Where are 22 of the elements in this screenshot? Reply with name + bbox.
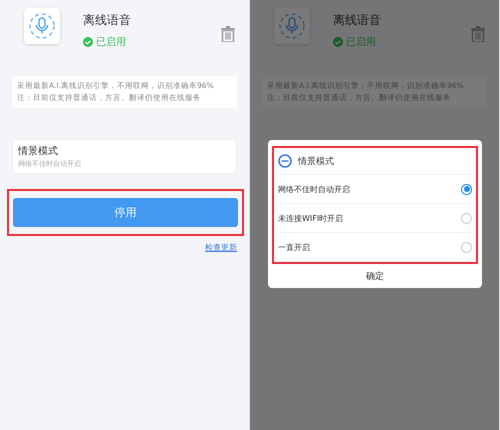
radio-button[interactable] <box>461 212 472 224</box>
option-row[interactable]: 网络不佳时自动开启 <box>278 175 472 204</box>
option-label: 网络不佳时自动开启 <box>278 184 350 194</box>
check-icon <box>83 37 93 47</box>
radio-button[interactable] <box>461 242 472 252</box>
option-row[interactable]: 未连接WIFI时开启 <box>278 204 472 233</box>
trash-icon[interactable] <box>221 26 235 42</box>
check-update-link[interactable]: 检查更新 <box>205 242 237 253</box>
dialog-title: 情景模式 <box>298 156 334 168</box>
status-label: 已启用 <box>333 35 471 49</box>
trash-icon[interactable] <box>471 26 485 42</box>
card-title: 情景模式 <box>18 144 59 158</box>
confirm-button[interactable]: 确定 <box>272 266 478 288</box>
option-label: 未连接WIFI时开启 <box>278 212 344 224</box>
logo-icon <box>278 154 292 168</box>
option-row[interactable]: 一直开启 <box>278 233 472 262</box>
radio-button[interactable] <box>461 184 472 194</box>
status-label: 已启用 <box>83 35 221 49</box>
app-title: 离线语音 <box>83 12 132 29</box>
app-title: 离线语音 <box>333 12 382 29</box>
option-label: 一直开启 <box>278 242 310 252</box>
check-icon <box>333 37 343 47</box>
